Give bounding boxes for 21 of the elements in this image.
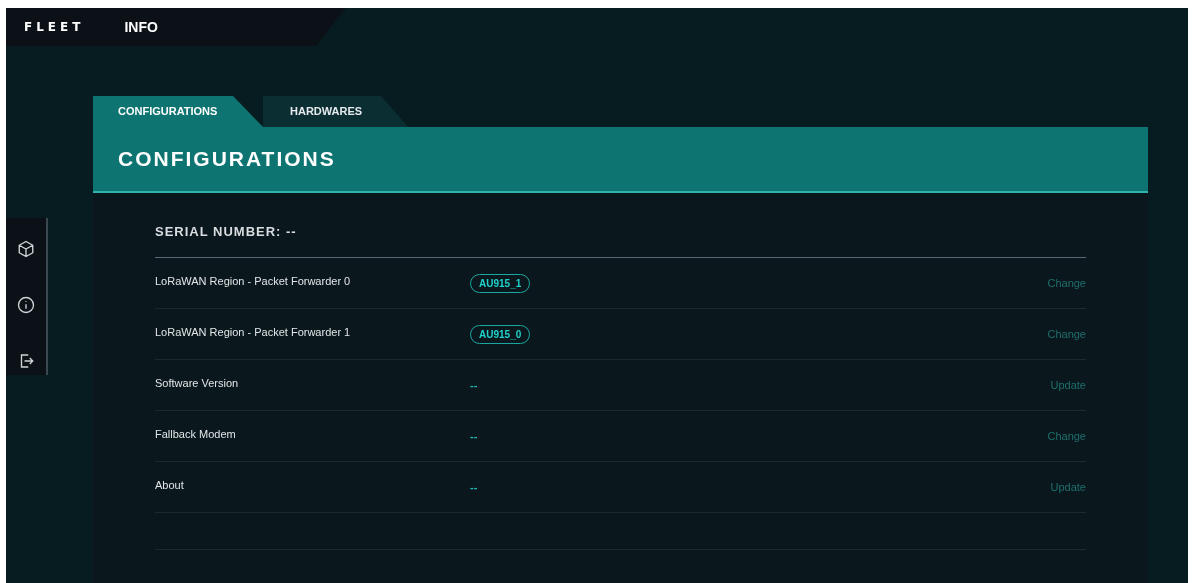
action-link[interactable]: Change [1047,274,1086,292]
tab[interactable]: CONFIGURATIONS [93,96,263,127]
setting-label: LoRaWAN Region - Packet Forwarder 0 [155,273,352,289]
info-icon[interactable] [17,296,35,314]
tab[interactable]: HARDWARES [263,96,408,127]
action-link[interactable]: Update [1050,376,1086,394]
cube-icon[interactable] [17,240,35,258]
logo: FLEET [24,19,85,36]
setting-label: About [155,477,185,493]
setting-label: Fallback Modem [155,426,237,442]
setting-label: Software Version [155,375,240,391]
panel-title: CONFIGURATIONS [118,146,336,173]
action-link[interactable]: Change [1047,427,1086,445]
serial-number: SERIAL NUMBER: -- [155,224,297,239]
setting-value: -- [470,428,478,444]
setting-label: LoRaWAN Region - Packet Forwarder 1 [155,324,352,340]
action-link[interactable]: Update [1050,478,1086,496]
page-title: INFO [124,17,158,37]
setting-value: -- [470,377,478,393]
action-link[interactable]: Change [1047,325,1086,343]
setting-value: -- [470,479,478,495]
